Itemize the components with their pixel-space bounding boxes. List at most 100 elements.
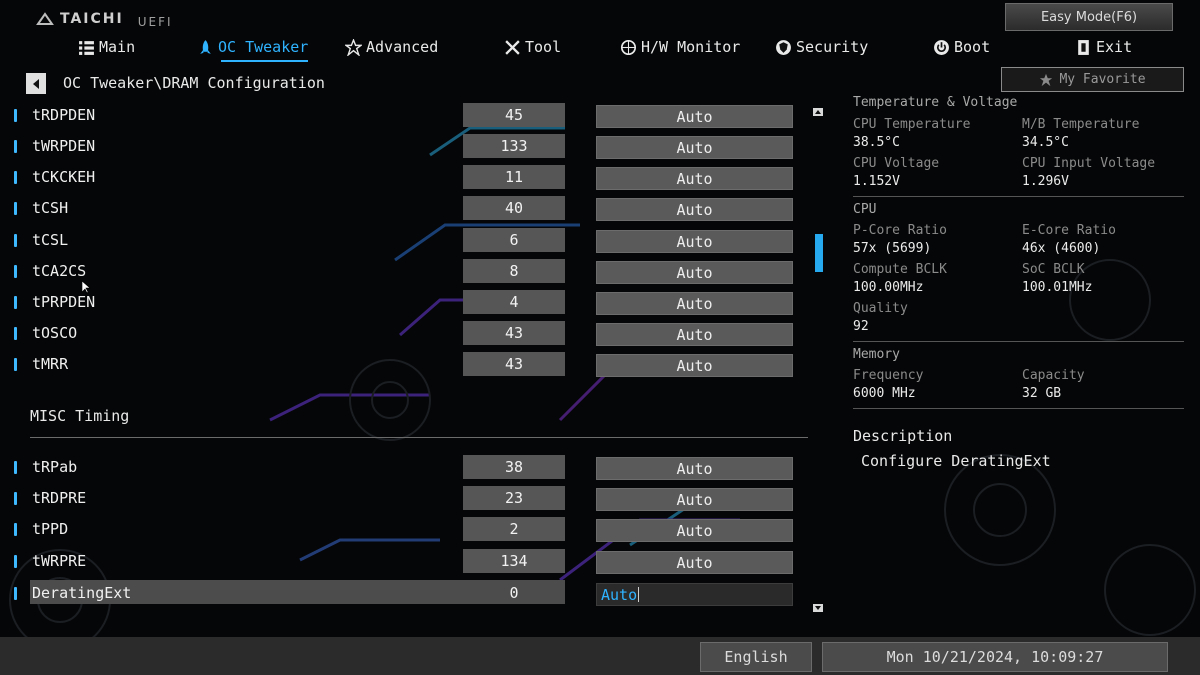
- tab-hw-monitor[interactable]: H/W Monitor: [620, 36, 740, 58]
- setting-row[interactable]: tWRPRE 134 Auto: [0, 549, 800, 575]
- setting-name: tCSH: [32, 199, 69, 217]
- mb-temp-label: M/B Temperature: [1022, 117, 1140, 132]
- cpu-temp-value: 38.5°C: [853, 135, 900, 150]
- scroll-down-button[interactable]: [813, 604, 823, 612]
- mouse-cursor-icon: [82, 281, 91, 294]
- shield-icon: [776, 39, 791, 55]
- row-marker: [14, 234, 17, 247]
- star-icon: [1040, 73, 1053, 86]
- arrow-down-icon: [815, 606, 821, 610]
- breadcrumb: OC Tweaker\DRAM Configuration: [63, 74, 325, 92]
- row-marker: [14, 555, 17, 568]
- tab-exit[interactable]: Exit: [1075, 36, 1132, 58]
- setting-option-input[interactable]: Auto: [596, 583, 793, 606]
- soc-bclk-label: SoC BCLK: [1022, 262, 1085, 277]
- setting-option-field[interactable]: Auto: [596, 488, 793, 511]
- setting-option-field[interactable]: Auto: [596, 261, 793, 284]
- setting-option-text: Auto: [601, 585, 638, 604]
- setting-row-selected[interactable]: DeratingExt 0 Auto: [0, 580, 800, 607]
- setting-row[interactable]: tOSCO 43 Auto: [0, 321, 800, 347]
- row-marker: [14, 202, 17, 215]
- description-title: Description: [853, 427, 953, 445]
- setting-row[interactable]: tPPD 2 Auto: [0, 517, 800, 543]
- star-icon: [345, 38, 362, 56]
- tab-tool-label: Tool: [525, 38, 562, 56]
- setting-current-value: 40: [463, 196, 565, 220]
- tab-security[interactable]: Security: [775, 36, 868, 58]
- setting-name: tWRPDEN: [32, 137, 96, 155]
- row-marker: [14, 587, 17, 600]
- cpu-voltage-value: 1.152V: [853, 174, 900, 189]
- arrow-up-icon: [815, 110, 821, 114]
- row-marker: [14, 140, 17, 153]
- setting-option-field[interactable]: Auto: [596, 354, 793, 377]
- tab-boot-label: Boot: [954, 38, 991, 56]
- ecore-ratio-label: E-Core Ratio: [1022, 223, 1116, 238]
- setting-option-field[interactable]: Auto: [596, 105, 793, 128]
- setting-option-field[interactable]: Auto: [596, 292, 793, 315]
- tab-boot[interactable]: Boot: [933, 36, 990, 58]
- setting-name: tWRPRE: [32, 552, 87, 570]
- setting-current-value: 6: [463, 228, 565, 252]
- setting-row[interactable]: tPRPDEN 4 Auto: [0, 290, 800, 316]
- language-button[interactable]: English: [700, 642, 812, 672]
- setting-row[interactable]: tCKCKEH 11 Auto: [0, 165, 800, 191]
- setting-option-field[interactable]: Auto: [596, 457, 793, 480]
- row-marker: [14, 492, 17, 505]
- scrollbar-thumb[interactable]: [815, 234, 823, 272]
- setting-current-value: 0: [509, 584, 519, 602]
- setting-current-value: 43: [463, 352, 565, 376]
- my-favorite-button[interactable]: My Favorite: [1001, 67, 1184, 92]
- cpu-section-title: CPU: [853, 202, 877, 217]
- setting-row[interactable]: tCA2CS 8 Auto: [0, 259, 800, 285]
- setting-name: tMRR: [32, 355, 69, 373]
- brand-logo: TAICHI UEFI: [36, 8, 173, 30]
- easy-mode-button[interactable]: Easy Mode(F6): [1005, 3, 1173, 31]
- panel-divider: [853, 196, 1184, 197]
- setting-option-field[interactable]: Auto: [596, 519, 793, 542]
- power-icon: [934, 39, 949, 55]
- setting-option-field[interactable]: Auto: [596, 323, 793, 346]
- setting-row[interactable]: tRDPRE 23 Auto: [0, 486, 800, 512]
- setting-option-field[interactable]: Auto: [596, 167, 793, 190]
- setting-current-value: 43: [463, 321, 565, 345]
- setting-option-field[interactable]: Auto: [596, 136, 793, 159]
- setting-row[interactable]: tWRPDEN 133 Auto: [0, 134, 800, 160]
- tab-tool[interactable]: Tool: [504, 36, 561, 58]
- setting-option-field[interactable]: Auto: [596, 230, 793, 253]
- memory-capacity-value: 32 GB: [1022, 386, 1062, 401]
- row-marker: [14, 461, 17, 474]
- setting-current-value: 11: [463, 165, 565, 189]
- tab-main[interactable]: Main: [78, 36, 135, 58]
- tab-advanced[interactable]: Advanced: [345, 36, 438, 58]
- exit-icon: [1078, 39, 1089, 55]
- tab-oc-tweaker[interactable]: OC Tweaker: [197, 36, 309, 62]
- monitor-icon: [620, 39, 637, 55]
- setting-row[interactable]: tRPab 38 Auto: [0, 455, 800, 481]
- row-marker: [14, 327, 17, 340]
- setting-row[interactable]: tCSH 40 Auto: [0, 196, 800, 222]
- setting-row[interactable]: tCSL 6 Auto: [0, 228, 800, 254]
- setting-option-field[interactable]: Auto: [596, 551, 793, 574]
- section-divider: [30, 437, 808, 438]
- setting-name: tPRPDEN: [32, 293, 96, 311]
- scroll-up-button[interactable]: [813, 108, 823, 116]
- setting-current-value: 133: [463, 134, 565, 158]
- my-favorite-label: My Favorite: [1059, 72, 1146, 87]
- tab-hw-monitor-label: H/W Monitor: [641, 38, 741, 56]
- setting-current-value: 38: [463, 455, 565, 479]
- setting-row[interactable]: tMRR 43 Auto: [0, 352, 800, 378]
- setting-row[interactable]: tRDPDEN 45 Auto: [0, 103, 800, 129]
- setting-name: tOSCO: [32, 324, 78, 342]
- setting-name: tRDPRE: [32, 489, 87, 507]
- setting-current-value: 8: [463, 259, 565, 283]
- setting-name: tCKCKEH: [32, 168, 96, 186]
- row-marker: [14, 171, 17, 184]
- setting-option-field[interactable]: Auto: [596, 198, 793, 221]
- row-marker: [14, 523, 17, 536]
- text-caret: [638, 587, 640, 602]
- setting-name: tRPab: [32, 458, 78, 476]
- compute-bclk-label: Compute BCLK: [853, 262, 947, 277]
- row-marker: [14, 358, 17, 371]
- back-button[interactable]: [26, 73, 46, 94]
